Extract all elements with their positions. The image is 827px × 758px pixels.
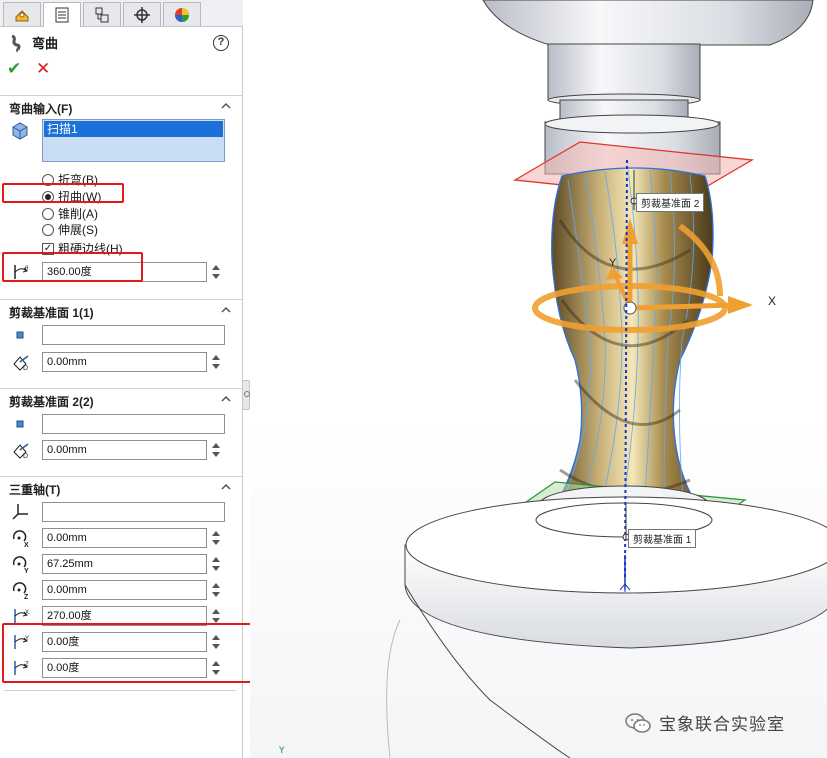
tab-display[interactable] <box>163 2 201 26</box>
svg-text:X: X <box>25 610 29 616</box>
chevron-up-icon[interactable] <box>220 481 232 493</box>
upper-cylinder <box>547 43 701 101</box>
triad-y-spinner[interactable] <box>210 554 222 574</box>
trim-plane-1-spinner[interactable] <box>210 352 222 372</box>
svg-text:Y: Y <box>24 568 29 574</box>
trim-plane-1-reference[interactable] <box>42 325 225 345</box>
twist-angle-spinner[interactable] <box>210 262 222 282</box>
tab-dimxpert[interactable] <box>123 2 161 26</box>
trim-plane-2-reference[interactable] <box>42 414 225 434</box>
chevron-up-icon[interactable] <box>220 100 232 112</box>
vertex-reference-icon <box>10 414 32 434</box>
section-title: 剪裁基准面 1(1) <box>9 306 94 320</box>
section-trim-plane-2[interactable]: 剪裁基准面 2(2) <box>0 388 243 410</box>
section-trim-plane-1[interactable]: 剪裁基准面 1(1) <box>0 299 243 321</box>
radio-label: 伸展(S) <box>58 223 98 237</box>
tab-featuremanager[interactable] <box>3 2 41 26</box>
trim-plane-1-distance[interactable]: 0.00mm <box>42 352 207 372</box>
ok-button[interactable]: ✔ <box>7 59 21 79</box>
svg-text:Z: Z <box>24 594 29 600</box>
radio-dot[interactable] <box>42 223 54 236</box>
x-position-icon: X <box>10 528 32 549</box>
feature-manager-icon <box>15 9 29 21</box>
trim-plane-2-distance[interactable]: 0.00mm <box>42 440 207 460</box>
property-manager-icon <box>55 7 69 23</box>
offset-distance-icon: D <box>10 440 32 460</box>
radio-taper[interactable]: 锥削(A) <box>42 205 98 222</box>
watermark: 宝象联合实验室 <box>625 710 785 735</box>
flex-feature-icon <box>11 34 21 52</box>
panel-title-text: 弯曲 <box>32 36 59 51</box>
triad-reference[interactable] <box>42 502 225 522</box>
graphics-viewport[interactable]: Y 剪裁基准面 2 剪裁基准面 1 X Y <box>250 0 827 758</box>
watermark-text: 宝象联合实验室 <box>659 715 785 734</box>
z-position-icon: Z <box>10 580 32 601</box>
panel-title: 弯曲 <box>8 33 58 52</box>
highlight-twist-option <box>2 183 124 203</box>
svg-text:X: X <box>24 542 29 548</box>
triad-z-field[interactable]: 0.00mm <box>42 580 207 600</box>
highlight-rotation-fields <box>2 623 263 683</box>
display-manager-icon <box>175 7 189 22</box>
triad-y-field[interactable]: 67.25mm <box>42 554 207 574</box>
axis-y-label: Y <box>609 257 617 269</box>
y-position-icon: Y <box>10 554 32 575</box>
chevron-up-icon[interactable] <box>220 393 232 405</box>
body-selection-icon <box>10 121 32 141</box>
triad-icon <box>10 502 32 522</box>
trim-plane-2-label[interactable]: 剪裁基准面 2 <box>636 193 705 212</box>
trim-plane-2-spinner[interactable] <box>210 440 222 460</box>
section-title: 剪裁基准面 2(2) <box>9 395 94 409</box>
trim-plane-1-label[interactable]: 剪裁基准面 1 <box>628 529 697 548</box>
section-triad[interactable]: 三重轴(T) <box>0 476 243 498</box>
triad-z-spinner[interactable] <box>210 580 222 600</box>
section-divider <box>4 690 236 691</box>
axis-x-label: X <box>768 294 777 308</box>
section-bend-input[interactable]: 弯曲输入(F) <box>0 95 243 117</box>
cancel-button[interactable]: ✕ <box>36 59 50 79</box>
radio-dot[interactable] <box>42 207 54 220</box>
manager-tab-bar <box>0 0 243 27</box>
svg-text:D: D <box>23 453 28 460</box>
viewport-background <box>250 0 827 758</box>
radio-stretch[interactable]: 伸展(S) <box>42 221 98 238</box>
wechat-icon <box>625 712 651 733</box>
panel-splitter-handle[interactable] <box>242 380 250 410</box>
tab-configurationmanager[interactable] <box>83 2 121 26</box>
offset-distance-icon: D <box>10 352 32 372</box>
highlight-angle-field <box>2 252 143 282</box>
triad-x-spinner[interactable] <box>210 528 222 548</box>
dimxpert-icon <box>134 6 150 23</box>
property-manager-panel: 弯曲 ? ✔ ✕ 弯曲输入(F) 扫描1 折弯(B) 扭曲(W) 锥削(A) 伸… <box>0 0 263 758</box>
top-sphere <box>482 0 814 46</box>
section-title: 弯曲输入(F) <box>9 102 73 116</box>
configuration-manager-icon <box>95 7 109 22</box>
help-button[interactable]: ? <box>213 35 229 51</box>
vertex-reference-icon <box>10 325 32 345</box>
section-title: 三重轴(T) <box>9 483 61 497</box>
tab-propertymanager[interactable] <box>43 2 81 27</box>
bodies-list[interactable]: 扫描1 <box>42 119 225 162</box>
origin-y-label: Y <box>278 746 285 756</box>
triad-x-field[interactable]: 0.00mm <box>42 528 207 548</box>
chevron-up-icon[interactable] <box>220 304 232 316</box>
model-drawing: Y <box>250 0 827 758</box>
svg-text:D: D <box>23 365 28 372</box>
list-item[interactable]: 扫描1 <box>44 121 223 137</box>
radio-label: 锥削(A) <box>58 207 98 221</box>
